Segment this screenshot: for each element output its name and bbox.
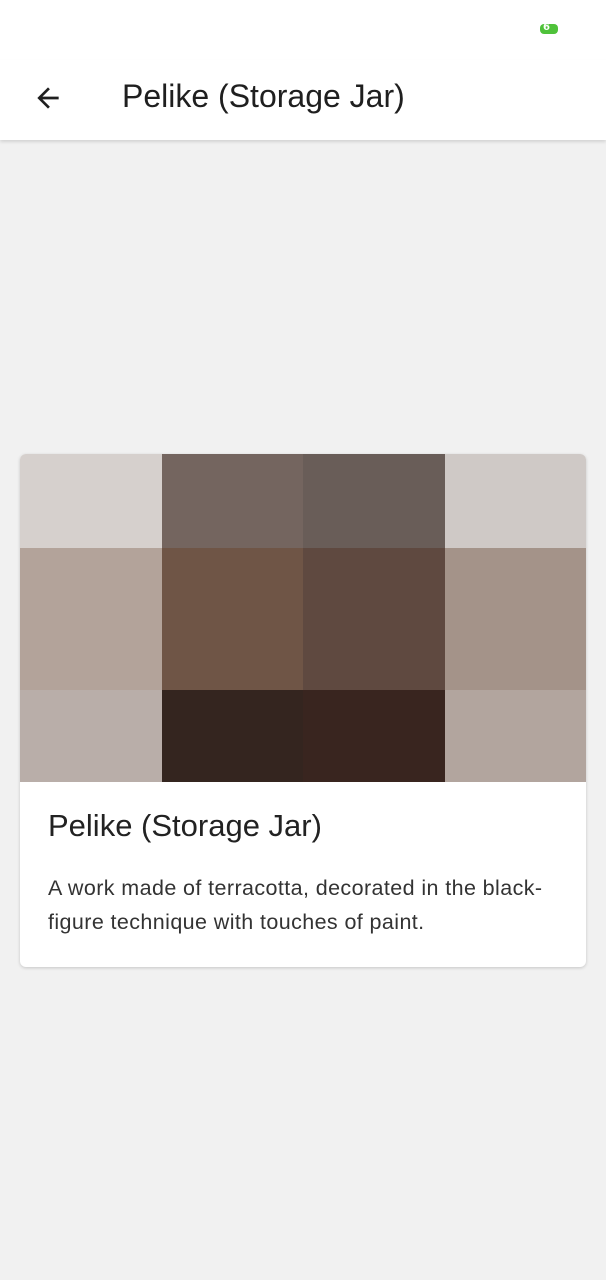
artwork-image-tile	[162, 690, 303, 782]
status-bar: 6	[0, 0, 606, 60]
artwork-image-tile	[445, 548, 586, 690]
artwork-image-tile	[303, 454, 445, 548]
arrow-left-icon	[37, 87, 59, 109]
artwork-image-tile	[20, 548, 162, 690]
artwork-image-tile	[303, 548, 445, 690]
artwork-image-tile	[162, 454, 303, 548]
artwork-description: A work made of terracotta, decorated in …	[48, 876, 543, 934]
artwork-image-tile	[445, 454, 586, 548]
artwork-card[interactable]: Pelike (Storage Jar) A work made of terr…	[20, 454, 586, 967]
artwork-image-tile	[20, 454, 162, 548]
artwork-image-tile	[445, 690, 586, 782]
artwork-image-tile	[303, 690, 445, 782]
artwork-image	[20, 454, 586, 782]
app-bar: Pelike (Storage Jar)	[0, 60, 606, 140]
artwork-image-tile	[162, 548, 303, 690]
battery-level: 6	[543, 22, 550, 33]
artwork-image-tile	[20, 690, 162, 782]
page-title: Pelike (Storage Jar)	[122, 78, 405, 114]
artwork-title: Pelike (Storage Jar)	[48, 808, 322, 843]
back-button[interactable]	[24, 74, 72, 122]
